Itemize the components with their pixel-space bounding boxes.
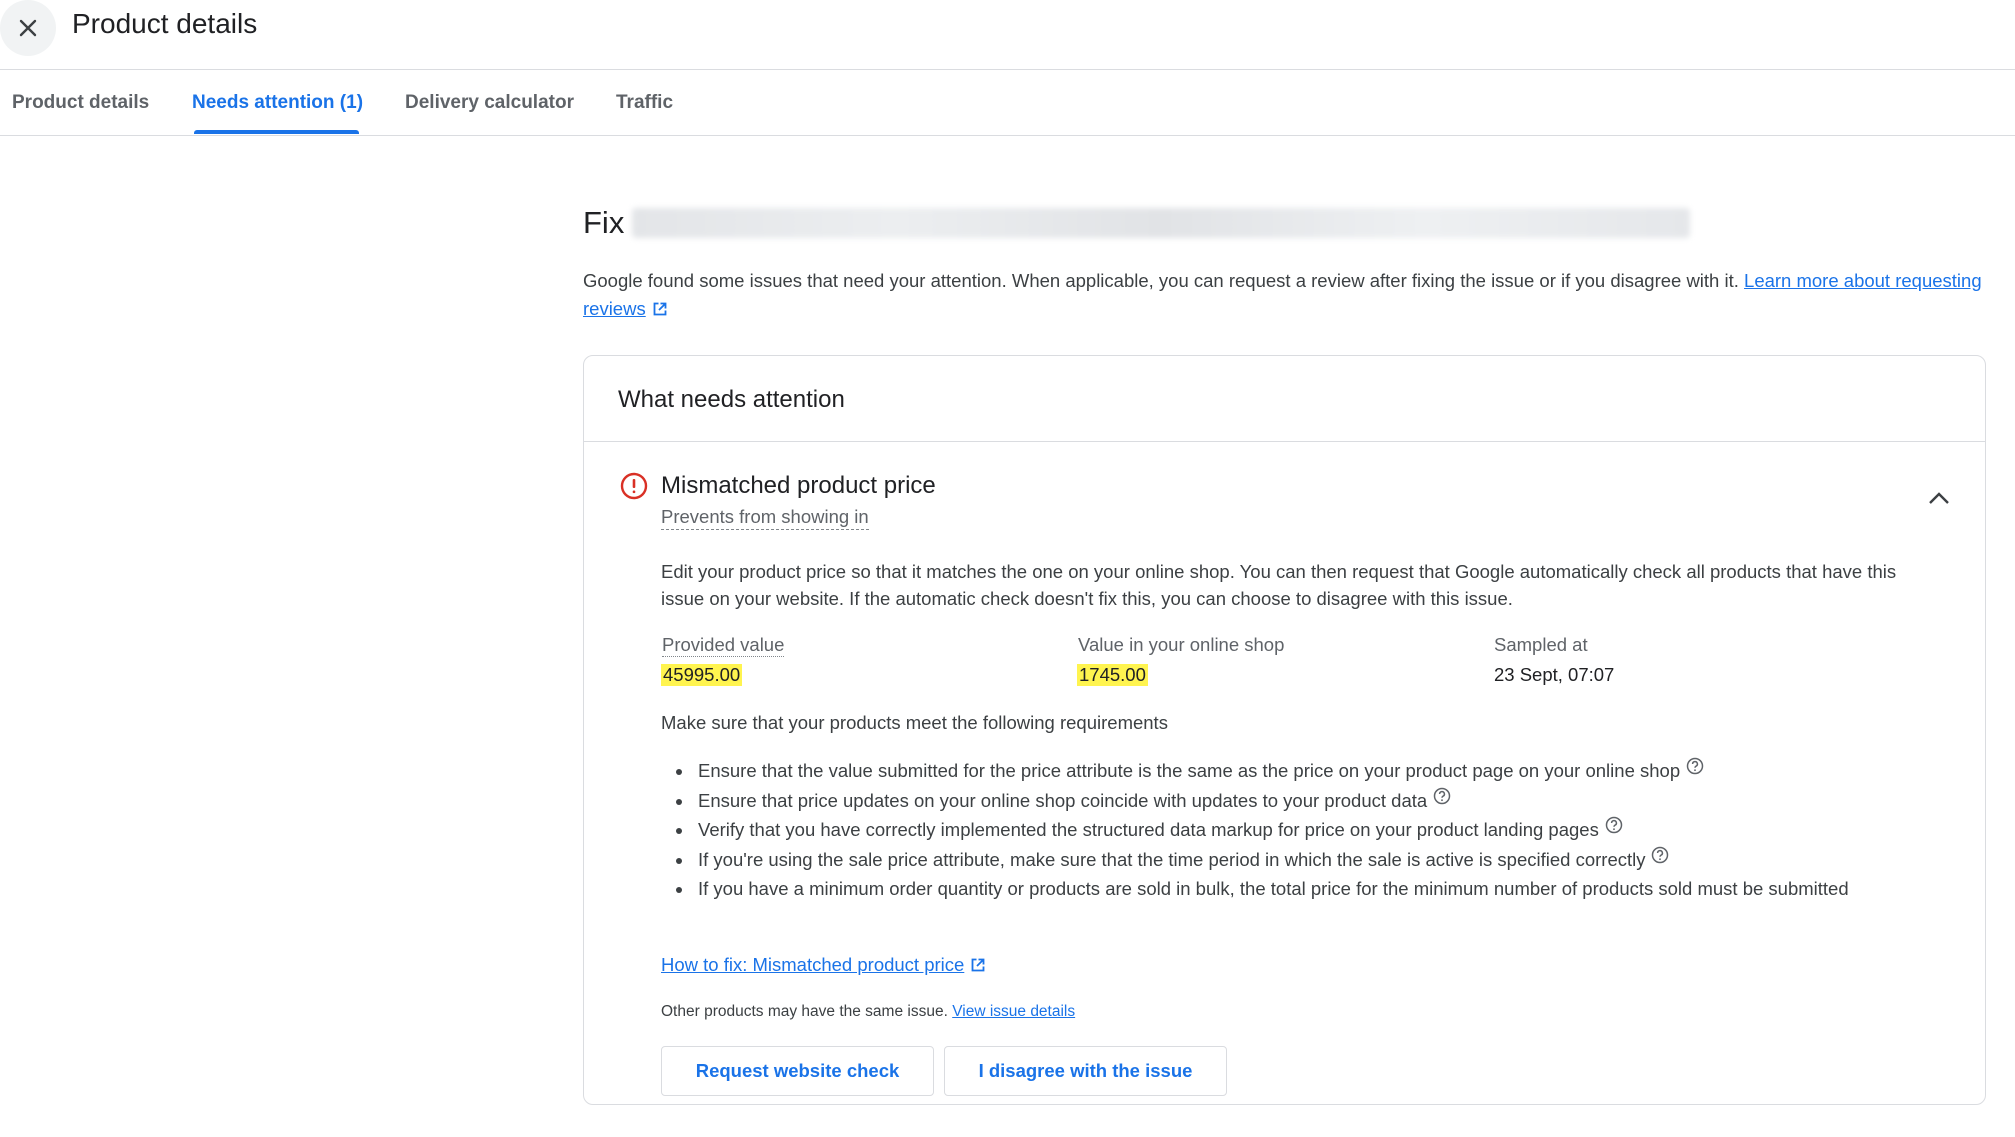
other-products-text: Other products may have the same issue. (661, 1003, 953, 1020)
help-icon[interactable] (1686, 757, 1704, 775)
request-website-check-button[interactable]: Request website check (661, 1046, 934, 1096)
sampled-at-value: 23 Sept, 07:07 (1494, 664, 1615, 685)
tab-traffic[interactable]: Traffic (616, 92, 673, 114)
requirements-list: Ensure that the value submitted for the … (694, 756, 1944, 904)
requirements-heading: Make sure that your products meet the fo… (661, 712, 1168, 733)
card-title: What needs attention (618, 386, 845, 413)
close-icon (19, 19, 37, 37)
blurred-product-name (632, 208, 1691, 238)
help-icon[interactable] (1651, 846, 1669, 864)
chevron-up-icon[interactable] (1927, 490, 1951, 506)
attention-card: What needs attention Mismatched product … (583, 355, 1986, 1105)
shop-value: 1745.00 (1077, 664, 1148, 686)
shop-value-label: Value in your online shop (1078, 634, 1285, 655)
provided-value: 45995.00 (661, 664, 743, 686)
issue-description: Edit your product price so that it match… (661, 561, 1897, 609)
tab-product-details[interactable]: Product details (12, 92, 149, 114)
external-link-icon[interactable] (652, 301, 668, 317)
requirement-text: If you're using the sale price attribute… (698, 848, 1646, 870)
external-link-icon[interactable] (970, 957, 986, 973)
close-button[interactable] (0, 0, 56, 56)
requirement-text: Verify that you have correctly implement… (698, 819, 1599, 840)
howto-row: How to fix: Mismatched product price (661, 954, 986, 976)
requirement-text: If you have a minimum order quantity or … (698, 878, 1849, 899)
card-header: What needs attention (584, 356, 1985, 442)
list-item: If you're using the sale price attribute… (694, 845, 1944, 875)
tab-delivery-calculator[interactable]: Delivery calculator (405, 92, 574, 114)
requirement-text: Ensure that price updates on your online… (698, 789, 1428, 811)
disagree-button[interactable]: I disagree with the issue (944, 1046, 1227, 1096)
how-to-fix-link[interactable]: How to fix: Mismatched product price (661, 954, 964, 975)
provided-value-label[interactable]: Provided value (662, 634, 785, 657)
list-item: Ensure that the value submitted for the … (694, 756, 1944, 786)
top-bar: Product details (0, 0, 2015, 70)
help-icon[interactable] (1605, 816, 1623, 834)
tab-needs-attention[interactable]: Needs attention (1) (192, 92, 363, 114)
help-icon[interactable] (1433, 787, 1451, 805)
list-item: Ensure that price updates on your online… (694, 786, 1944, 816)
heading-prefix: Fix (583, 205, 625, 240)
tab-bar: Product details Needs attention (1) Deli… (0, 70, 2015, 136)
list-item: Verify that you have correctly implement… (694, 815, 1944, 845)
other-products-note: Other products may have the same issue. … (661, 1003, 1075, 1021)
page-title: Product details (72, 8, 258, 39)
intro-paragraph: Google found some issues that need your … (583, 267, 1983, 323)
sampled-at-label: Sampled at (1494, 634, 1588, 655)
intro-text: Google found some issues that need your … (583, 270, 1745, 291)
issue-subtitle[interactable]: Prevents from showing in (661, 506, 869, 530)
active-tab-indicator (194, 130, 359, 134)
error-icon (620, 472, 648, 500)
list-item: If you have a minimum order quantity or … (694, 874, 1944, 904)
view-issue-details-link[interactable]: View issue details (952, 1003, 1075, 1020)
issue-title: Mismatched product price (661, 472, 936, 499)
fix-heading: Fix (583, 205, 1691, 241)
requirement-text: Ensure that the value submitted for the … (698, 760, 1681, 781)
